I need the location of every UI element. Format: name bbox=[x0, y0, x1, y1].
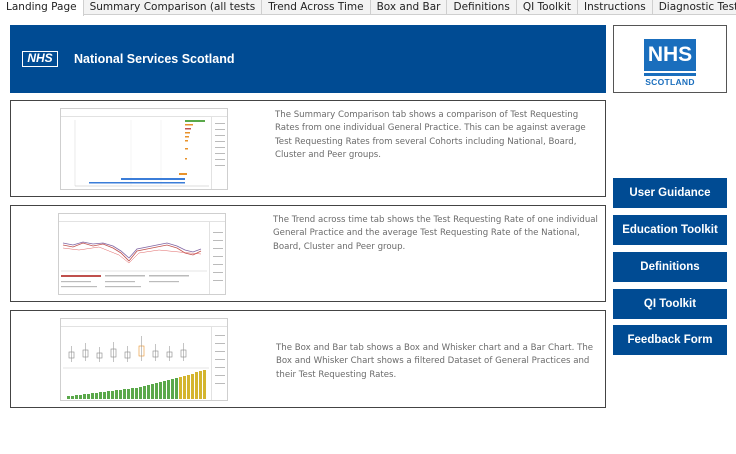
nhs-logo-mark: NHS bbox=[644, 39, 696, 71]
tab-summary-comparison[interactable]: Summary Comparison (all tests bbox=[84, 0, 263, 15]
box-and-bar-description: The Box and Bar tab shows a Box and Whis… bbox=[276, 343, 594, 380]
tab-definitions[interactable]: Definitions bbox=[447, 0, 517, 15]
trend-across-time-description: The Trend across time tab shows the Test… bbox=[273, 215, 598, 252]
summary-comparison-panel[interactable]: The Summary Comparison tab shows a compa… bbox=[10, 100, 606, 197]
trend-across-time-thumbnail bbox=[58, 213, 226, 295]
user-guidance-button[interactable]: User Guidance bbox=[613, 178, 727, 208]
summary-comparison-description: The Summary Comparison tab shows a compa… bbox=[275, 110, 586, 160]
feedback-form-button[interactable]: Feedback Form bbox=[613, 325, 727, 355]
definitions-button[interactable]: Definitions bbox=[613, 252, 727, 282]
logo-scotland-text: SCOTLAND bbox=[645, 77, 695, 87]
qi-toolkit-button[interactable]: QI Toolkit bbox=[613, 289, 727, 319]
logo-wave-line bbox=[644, 73, 696, 76]
banner-title: National Services Scotland bbox=[74, 52, 235, 66]
trend-across-time-panel[interactable]: The Trend across time tab shows the Test… bbox=[10, 205, 606, 302]
tab-qi-toolkit[interactable]: QI Toolkit bbox=[517, 0, 579, 15]
tab-box-and-bar[interactable]: Box and Bar bbox=[371, 0, 448, 15]
education-toolkit-button[interactable]: Education Toolkit bbox=[613, 215, 727, 245]
summary-comparison-thumbnail bbox=[60, 108, 228, 190]
header-banner: NHS National Services Scotland bbox=[10, 25, 606, 93]
tab-instructions[interactable]: Instructions bbox=[578, 0, 653, 15]
tab-bar: Landing Page Summary Comparison (all tes… bbox=[0, 0, 736, 16]
nhs-logo-icon: NHS bbox=[22, 51, 58, 67]
nhs-scotland-logo: NHS SCOTLAND bbox=[613, 25, 727, 93]
tab-trend-across-time[interactable]: Trend Across Time bbox=[262, 0, 371, 15]
box-and-bar-thumbnail bbox=[60, 318, 228, 401]
box-and-bar-panel[interactable]: The Box and Bar tab shows a Box and Whis… bbox=[10, 310, 606, 408]
tab-landing-page[interactable]: Landing Page bbox=[0, 0, 84, 16]
tab-diagnostic-tests[interactable]: Diagnostic Tests bbox=[653, 0, 736, 15]
